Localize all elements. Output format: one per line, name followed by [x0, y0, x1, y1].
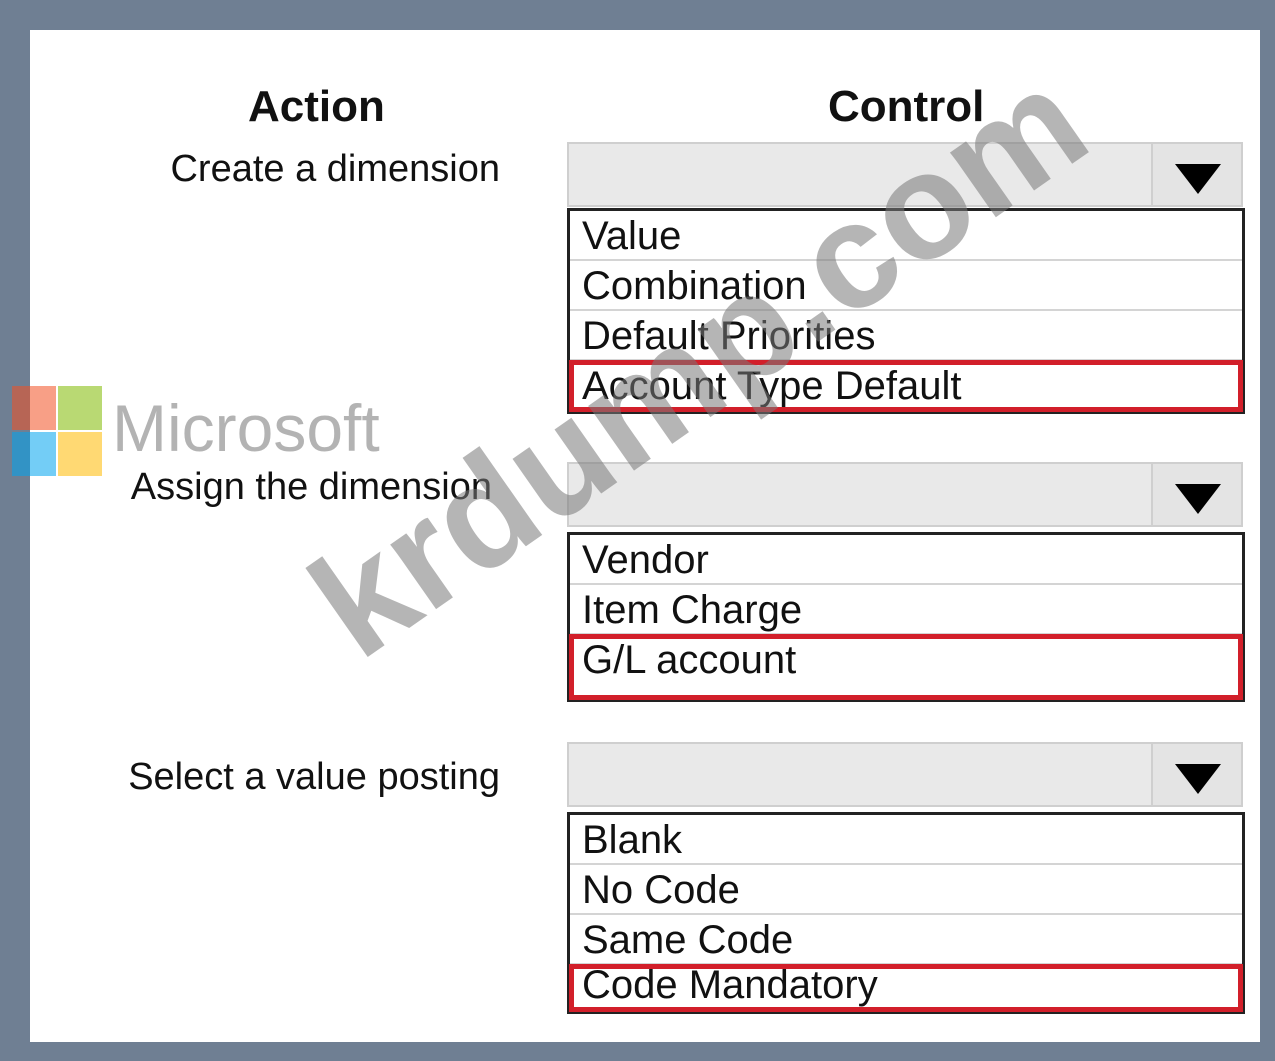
dropdown-options-1: Value Combination Default Priorities Acc…	[567, 208, 1245, 414]
dropdown-toggle-3[interactable]	[1151, 744, 1241, 805]
option-item-charge[interactable]: Item Charge	[570, 585, 1242, 635]
control-header: Control	[828, 82, 985, 131]
chevron-down-icon	[1175, 764, 1221, 794]
option-default-priorities[interactable]: Default Priorities	[570, 311, 1242, 361]
dropdown-options-3: Blank No Code Same Code Code Mandatory	[567, 812, 1245, 1014]
control-dropdown-2[interactable]	[567, 462, 1243, 527]
chevron-down-icon	[1175, 164, 1221, 194]
watermark-brand: Microsoft	[112, 391, 380, 465]
option-account-type-default[interactable]: Account Type Default	[569, 360, 1243, 412]
answer-panel: Action Control Create a dimension Value …	[12, 30, 1260, 1042]
option-blank[interactable]: Blank	[570, 815, 1242, 865]
control-dropdown-1[interactable]	[567, 142, 1243, 207]
option-no-code[interactable]: No Code	[570, 865, 1242, 915]
action-header: Action	[248, 82, 385, 131]
option-value[interactable]: Value	[570, 211, 1242, 261]
dropdown-options-2: Vendor Item Charge G/L account	[567, 532, 1245, 702]
action-label-value-posting: Select a value posting	[128, 756, 500, 798]
option-vendor[interactable]: Vendor	[570, 535, 1242, 585]
microsoft-logo-icon	[12, 386, 102, 476]
option-code-mandatory[interactable]: Code Mandatory	[569, 964, 1243, 1012]
dropdown-toggle-2[interactable]	[1151, 464, 1241, 525]
option-combination[interactable]: Combination	[570, 261, 1242, 311]
dropdown-toggle-1[interactable]	[1151, 144, 1241, 205]
option-same-code[interactable]: Same Code	[570, 915, 1242, 965]
action-label-create-dimension: Create a dimension	[170, 148, 500, 190]
control-dropdown-3[interactable]	[567, 742, 1243, 807]
chevron-down-icon	[1175, 484, 1221, 514]
option-gl-account[interactable]: G/L account	[569, 634, 1243, 700]
